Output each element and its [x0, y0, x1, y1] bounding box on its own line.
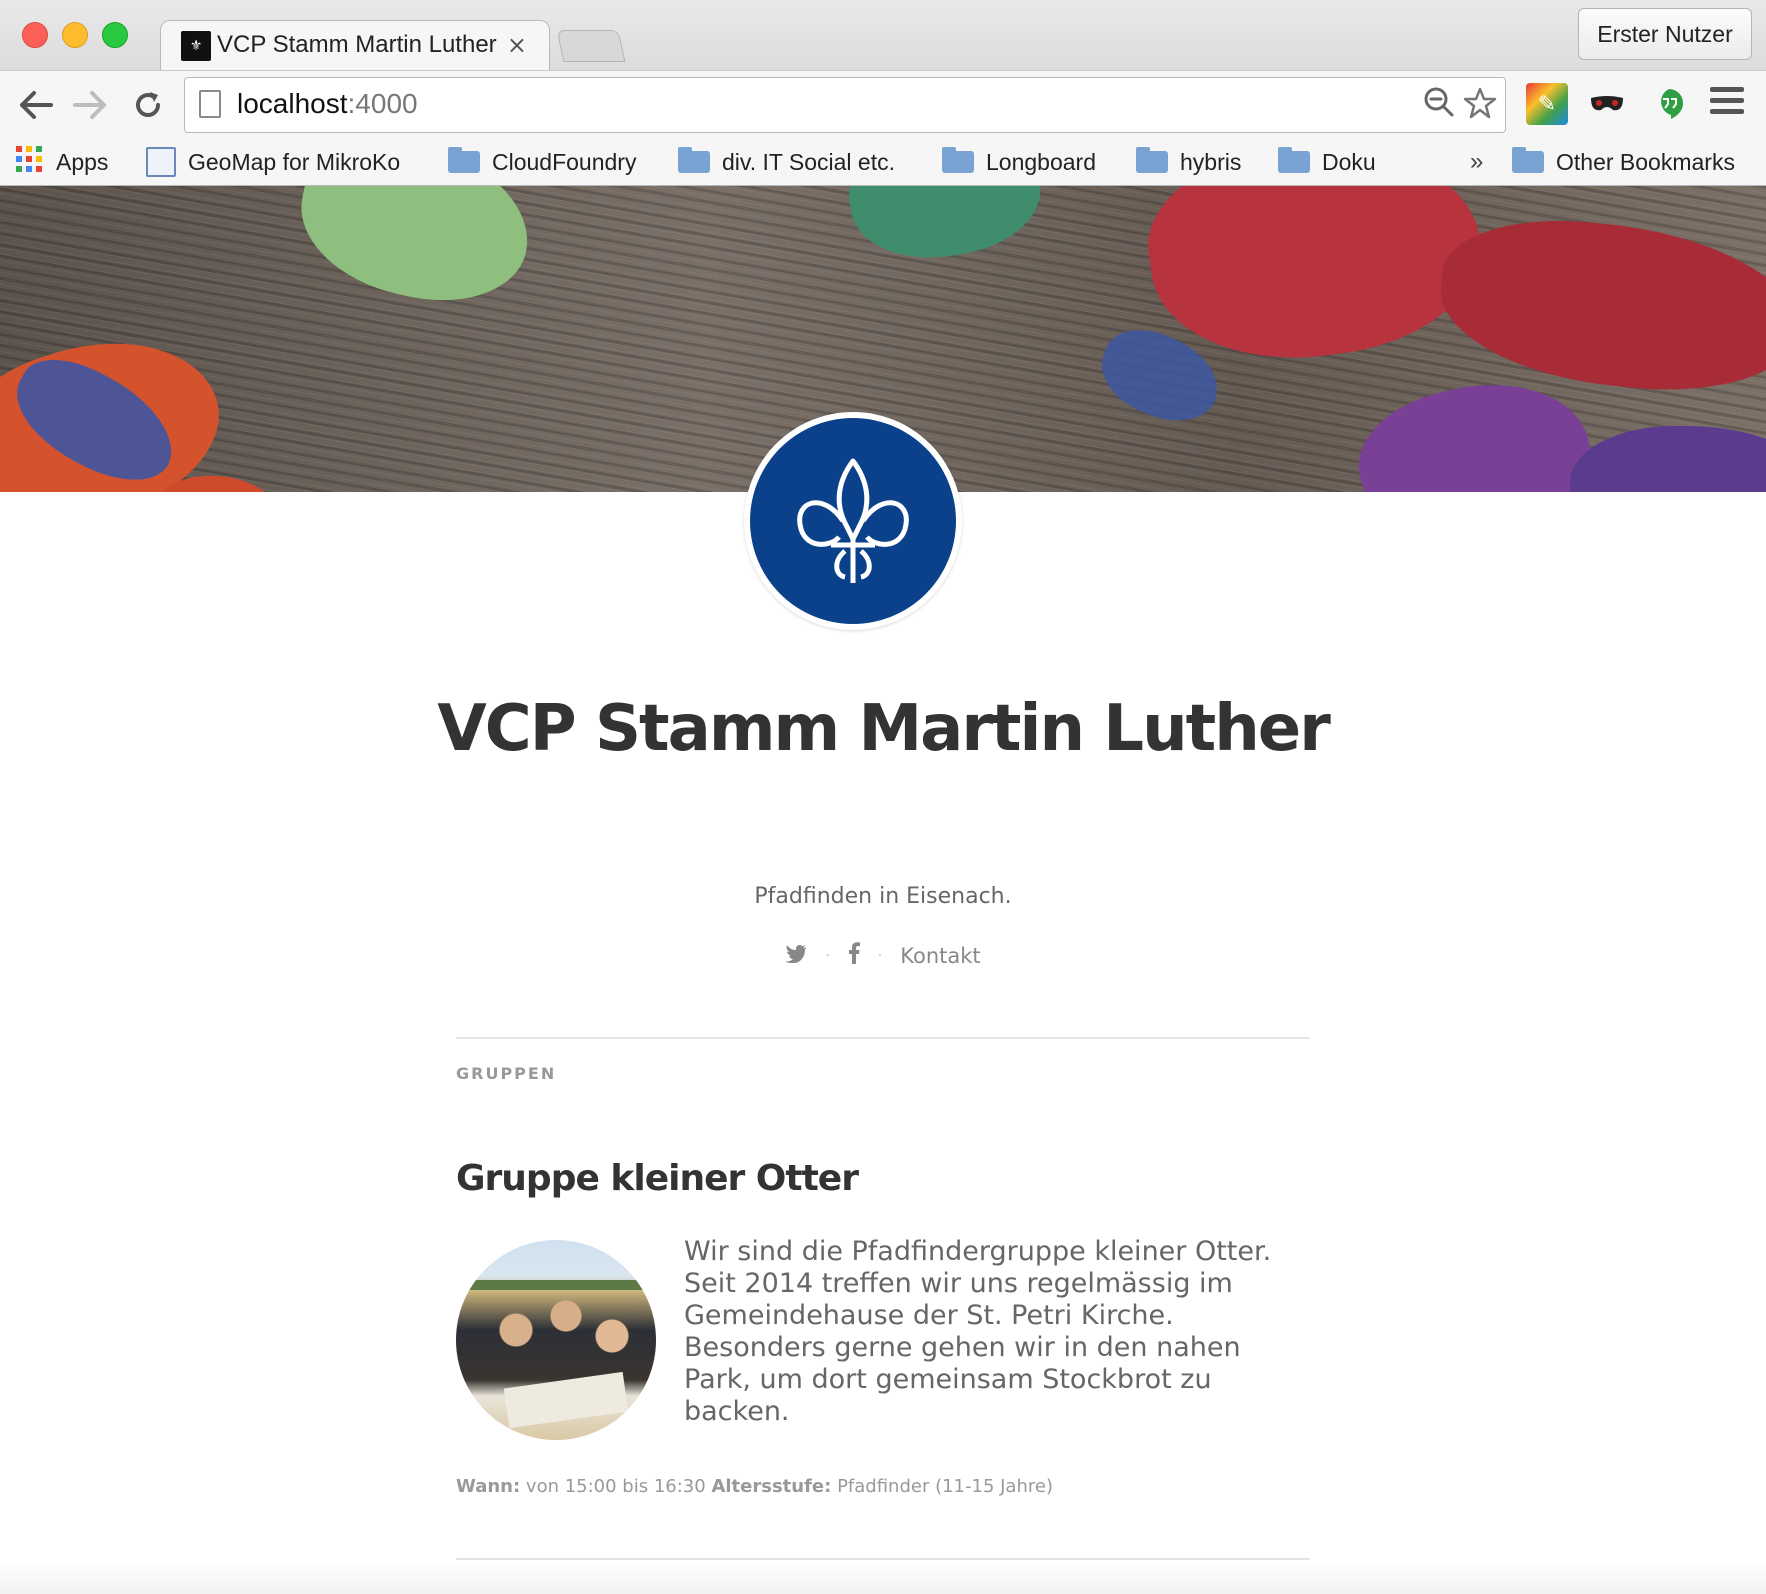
browser-tab-active[interactable]: ⚜ VCP Stamm Martin Luther × — [160, 20, 550, 72]
extension-pencil-icon[interactable]: ✎ — [1526, 83, 1568, 125]
apps-grid-icon — [16, 146, 42, 178]
contact-link[interactable]: Kontakt — [900, 944, 980, 968]
bookmark-folder-it-social[interactable]: div. IT Social etc. — [678, 146, 895, 178]
page-bottom-shade — [0, 1560, 1766, 1594]
bookmarks-overflow-button[interactable]: » — [1470, 148, 1483, 176]
bookmark-folder-hybris[interactable]: hybris — [1136, 146, 1241, 178]
bookmark-geomap[interactable]: GeoMap for MikroKo — [146, 146, 400, 178]
folder-icon — [1136, 147, 1168, 173]
folder-icon — [448, 147, 480, 173]
forward-arrow-icon[interactable] — [70, 85, 110, 125]
hangouts-icon[interactable] — [1648, 83, 1690, 125]
page-title: VCP Stamm Martin Luther — [437, 692, 1331, 766]
minimize-window-button[interactable] — [62, 22, 88, 48]
age-value: Pfadfinder (11-15 Jahre) — [837, 1476, 1053, 1497]
url-text[interactable]: localhost:4000 — [237, 88, 418, 120]
site-logo[interactable] — [744, 412, 962, 630]
bookmark-label: Other Bookmarks — [1556, 148, 1735, 175]
browser-toolbar: localhost:4000 ✎ — [0, 70, 1766, 140]
group-meta: Wann: von 15:00 bis 16:30 Altersstufe: P… — [456, 1476, 1053, 1497]
social-separator: · — [825, 947, 830, 964]
extension-mask-icon[interactable] — [1586, 83, 1628, 125]
bookmark-label: GeoMap for MikroKo — [188, 148, 401, 175]
section-label-groups: GRUPPEN — [456, 1064, 557, 1083]
site-favicon-icon: ⚜ — [181, 31, 211, 61]
folder-icon — [1278, 147, 1310, 173]
fleur-de-lis-icon — [797, 458, 909, 583]
bookmark-folder-longboard[interactable]: Longboard — [942, 146, 1096, 178]
browser-titlebar: ⚜ VCP Stamm Martin Luther × Erster Nutze… — [0, 0, 1766, 72]
profile-button[interactable]: Erster Nutzer — [1578, 8, 1752, 60]
folder-icon — [1512, 147, 1544, 173]
bookmark-label: Longboard — [986, 148, 1096, 175]
new-tab-button[interactable] — [556, 30, 626, 62]
reload-icon[interactable] — [128, 85, 168, 125]
section-divider — [456, 1037, 1310, 1039]
document-icon — [146, 147, 176, 177]
tab-title: VCP Stamm Martin Luther — [217, 31, 497, 58]
facebook-icon[interactable] — [848, 942, 860, 969]
maximize-window-button[interactable] — [102, 22, 128, 48]
zoom-icon[interactable] — [1423, 86, 1455, 126]
bookmark-label: div. IT Social etc. — [722, 148, 895, 175]
close-window-button[interactable] — [22, 22, 48, 48]
bookmark-label: hybris — [1180, 148, 1242, 175]
bookmarks-bar: Apps GeoMap for MikroKo CloudFoundry div… — [0, 140, 1766, 186]
bookmark-folder-doku[interactable]: Doku — [1278, 146, 1376, 178]
when-label: Wann: — [456, 1476, 521, 1497]
bookmark-folder-cloudfoundry[interactable]: CloudFoundry — [448, 146, 636, 178]
bookmark-label: Doku — [1322, 148, 1376, 175]
bookmark-folder-other[interactable]: Other Bookmarks — [1512, 146, 1735, 178]
folder-icon — [942, 147, 974, 173]
group-title[interactable]: Gruppe kleiner Otter — [456, 1158, 859, 1199]
bookmark-star-icon[interactable] — [1463, 86, 1497, 128]
social-links: · · Kontakt — [0, 942, 1766, 969]
when-value: von 15:00 bis 16:30 — [525, 1476, 706, 1497]
address-bar[interactable]: localhost:4000 — [184, 77, 1506, 133]
bookmark-label: CloudFoundry — [492, 148, 637, 175]
page-icon — [199, 90, 221, 118]
bookmark-label: Apps — [56, 148, 109, 175]
site-description: Pfadfinden in Eisenach. — [754, 884, 1012, 909]
browser-menu-icon[interactable] — [1710, 87, 1744, 119]
url-host: localhost — [237, 88, 348, 119]
bookmark-apps[interactable]: Apps — [16, 146, 108, 178]
group-photo — [456, 1240, 656, 1440]
social-separator: · — [877, 947, 883, 964]
group-description: Wir sind die Pfadfindergruppe kleiner Ot… — [684, 1236, 1272, 1427]
tab-close-icon[interactable]: × — [507, 31, 527, 59]
back-arrow-icon[interactable] — [16, 85, 56, 125]
twitter-icon[interactable] — [785, 944, 807, 968]
folder-icon — [678, 147, 710, 173]
url-port: :4000 — [347, 88, 418, 119]
age-label: Altersstufe: — [711, 1476, 832, 1497]
